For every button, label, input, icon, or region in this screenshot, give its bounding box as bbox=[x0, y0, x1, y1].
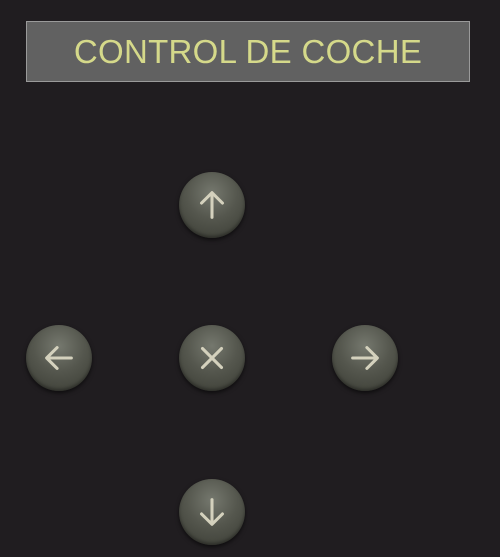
left-button[interactable] bbox=[26, 325, 92, 391]
title-bar: CONTROL DE COCHE bbox=[26, 21, 470, 82]
car-control-screen: CONTROL DE COCHE bbox=[0, 0, 500, 557]
arrow-down-icon bbox=[200, 498, 224, 526]
arrow-up-icon bbox=[200, 191, 224, 219]
up-button[interactable] bbox=[179, 172, 245, 238]
down-button[interactable] bbox=[179, 479, 245, 545]
arrow-left-icon bbox=[45, 346, 73, 370]
right-button[interactable] bbox=[332, 325, 398, 391]
stop-button[interactable] bbox=[179, 325, 245, 391]
page-title: CONTROL DE COCHE bbox=[73, 32, 423, 70]
arrow-right-icon bbox=[351, 346, 379, 370]
close-icon bbox=[200, 346, 224, 370]
